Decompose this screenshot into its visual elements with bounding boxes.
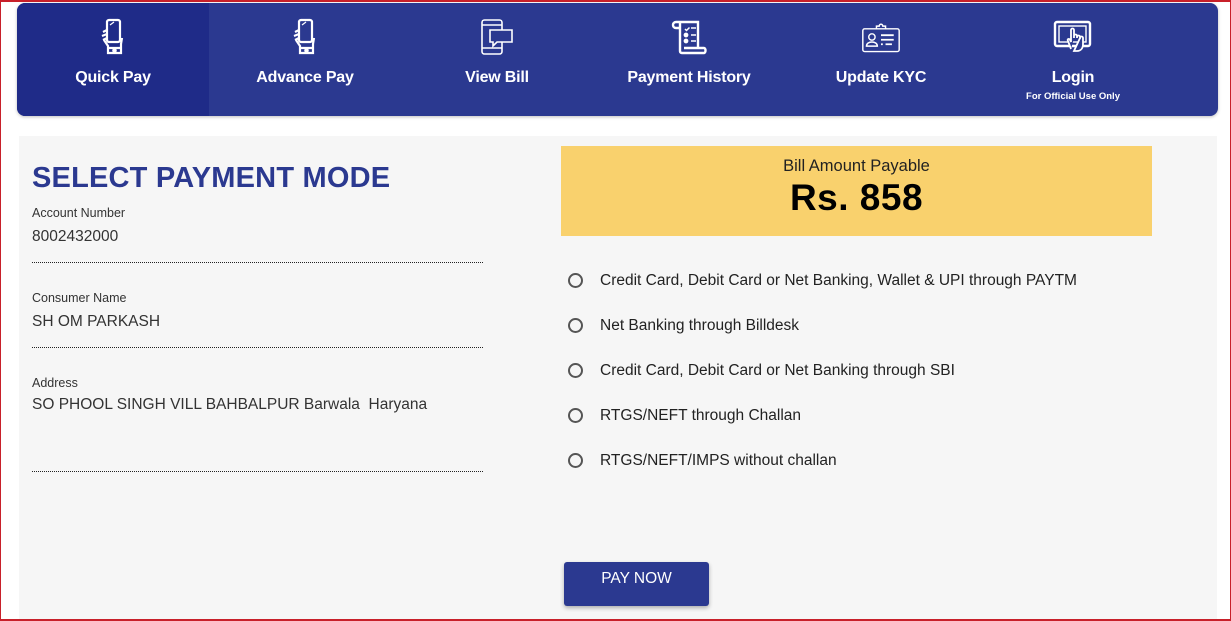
payment-option-label: RTGS/NEFT/IMPS without challan	[600, 451, 837, 469]
consumer-name-label: Consumer Name	[32, 291, 127, 305]
main-nav: Quick Pay Advance Pay View Bill Payment …	[17, 3, 1218, 116]
nav-label: Update KYC	[835, 69, 927, 86]
address-value: SO PHOOL SINGH VILL BAHBALPUR Barwala Ha…	[32, 396, 428, 413]
payment-option-paytm[interactable]: Credit Card, Debit Card or Net Banking, …	[568, 258, 1077, 303]
radio-button[interactable]	[568, 453, 583, 468]
bill-amount-label: Bill Amount Payable	[783, 157, 930, 175]
account-number-label: Account Number	[32, 206, 126, 220]
payment-option-label: Credit Card, Debit Card or Net Banking t…	[600, 361, 955, 379]
radio-button[interactable]	[568, 408, 583, 423]
payment-options: Credit Card, Debit Card or Net Banking, …	[568, 258, 1077, 483]
field-divider	[32, 347, 483, 348]
account-number-value: 8002432000	[32, 228, 119, 245]
radio-button[interactable]	[568, 273, 583, 288]
payment-panel: SELECT PAYMENT MODE Account Number 80024…	[19, 136, 1217, 619]
payment-option-label: Credit Card, Debit Card or Net Banking, …	[600, 271, 1077, 289]
field-divider	[32, 262, 483, 263]
address-field: Address SO PHOOL SINGH VILL BAHBALPUR Ba…	[32, 376, 483, 472]
bill-amount-box: Bill Amount Payable Rs. 858	[561, 146, 1152, 236]
nav-item-advance-pay[interactable]: Advance Pay	[209, 3, 401, 116]
bill-amount-value: Rs. 858	[789, 177, 924, 218]
nav-label: Login	[1051, 69, 1095, 86]
nav-label: View Bill	[465, 69, 529, 86]
payment-option-label: RTGS/NEFT through Challan	[600, 406, 802, 424]
radio-button[interactable]	[568, 318, 583, 333]
nav-item-view-bill[interactable]: View Bill	[401, 3, 593, 116]
radio-button[interactable]	[568, 363, 583, 378]
consumer-name-value: SH OM PARKASH	[32, 313, 161, 330]
hand-phone-icon	[93, 17, 133, 57]
tablet-touch-icon	[1053, 17, 1093, 57]
pay-now-button[interactable]: PAY NOW	[564, 562, 709, 606]
nav-label: Advance Pay	[256, 69, 354, 86]
nav-item-payment-history[interactable]: Payment History	[593, 3, 785, 116]
nav-item-quick-pay[interactable]: Quick Pay	[17, 3, 209, 116]
payment-option-rtgs-challan[interactable]: RTGS/NEFT through Challan	[568, 393, 1077, 438]
nav-label: Quick Pay	[75, 69, 151, 86]
payment-option-rtgs-no-challan[interactable]: RTGS/NEFT/IMPS without challan	[568, 438, 1077, 483]
payment-option-billdesk[interactable]: Net Banking through Billdesk	[568, 303, 1077, 348]
payment-option-sbi[interactable]: Credit Card, Debit Card or Net Banking t…	[568, 348, 1077, 393]
nav-sublabel: For Official Use Only	[1026, 91, 1120, 102]
nav-label: Payment History	[627, 69, 751, 86]
field-divider	[32, 471, 483, 472]
account-number-field: Account Number 8002432000	[32, 206, 483, 263]
id-card-icon	[861, 17, 901, 57]
nav-item-update-kyc[interactable]: Update KYC	[785, 3, 977, 116]
payment-option-label: Net Banking through Billdesk	[600, 316, 800, 334]
address-label: Address	[32, 376, 78, 390]
consumer-name-field: Consumer Name SH OM PARKASH	[32, 291, 483, 348]
page-title: SELECT PAYMENT MODE	[32, 162, 391, 194]
phone-message-icon	[477, 17, 517, 57]
receipt-scroll-icon	[669, 17, 709, 57]
nav-item-login[interactable]: Login For Official Use Only	[977, 3, 1169, 116]
hand-phone-icon	[285, 17, 325, 57]
